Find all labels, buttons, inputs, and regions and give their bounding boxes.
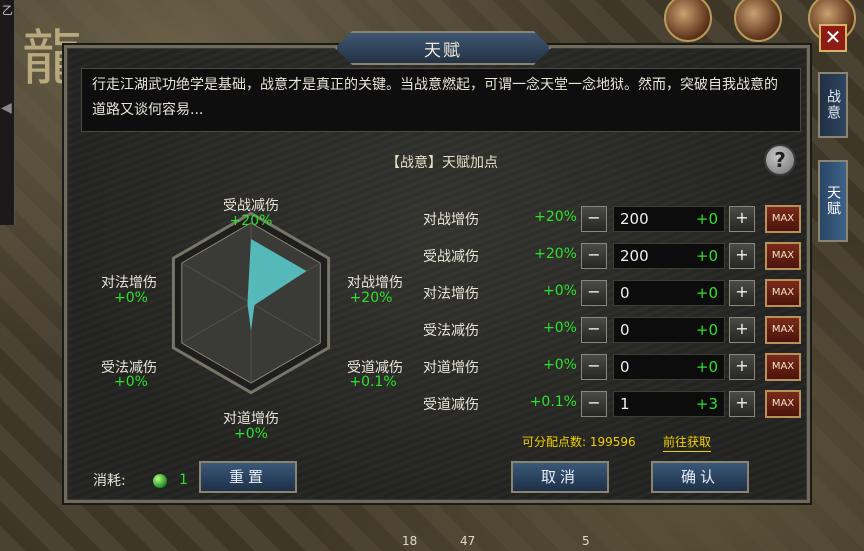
description-text: 行走江湖武功绝学是基础，战意才是真正的关键。当战意燃起，可谓一念天堂一念地狱。然… [81, 68, 801, 132]
max-button[interactable]: MAX [765, 316, 801, 344]
points-input[interactable]: 0 +0 [613, 317, 725, 343]
axis-value: +20% [229, 213, 273, 229]
points-value: 0 [620, 321, 630, 339]
points-added: +3 [695, 395, 718, 413]
stat-percent: +0% [543, 320, 577, 336]
stat-label: 对法增伤 [423, 286, 479, 302]
stat-percent: +20% [534, 209, 577, 225]
talent-panel: 天赋 行走江湖武功绝学是基础，战意才是真正的关键。当战意燃起，可谓一念天堂一念地… [64, 31, 810, 503]
increase-button[interactable]: + [729, 354, 755, 380]
window-title: 天赋 [335, 31, 551, 65]
stat-row: 受法减伤 +0% −0 +0 + MAX [423, 316, 803, 344]
stat-label: 对道增伤 [423, 360, 479, 376]
max-button[interactable]: MAX [765, 242, 801, 270]
points-value: 200 [620, 210, 649, 228]
axis-value: +0.1% [349, 374, 397, 390]
radar-background [181, 222, 321, 384]
skill-orb-icon[interactable] [734, 0, 782, 42]
close-button[interactable]: ✕ [819, 24, 847, 52]
points-added: +0 [695, 247, 718, 265]
decrease-button[interactable]: − [581, 280, 607, 306]
axis-value: +0% [234, 426, 268, 442]
max-button[interactable]: MAX [765, 279, 801, 307]
hud-number: 18 [402, 534, 418, 548]
points-value: 200 [620, 247, 649, 265]
tab-tianfu[interactable]: 天赋 [818, 160, 848, 242]
confirm-button[interactable]: 确认 [651, 461, 749, 493]
decrease-button[interactable]: − [581, 317, 607, 343]
axis-label: 对法增伤 [101, 275, 157, 291]
reset-button[interactable]: 重置 [199, 461, 297, 493]
gem-icon [153, 474, 167, 488]
radar-data-area [247, 239, 307, 331]
left-arrow-icon[interactable]: ◀ [1, 100, 12, 116]
increase-button[interactable]: + [729, 391, 755, 417]
hud-number: 5 [582, 534, 590, 548]
points-value: 0 [620, 358, 630, 376]
consume-count: 1 [179, 472, 188, 488]
axis-label: 对道增伤 [223, 411, 279, 427]
hud-number: 47 [460, 534, 476, 548]
increase-button[interactable]: + [729, 317, 755, 343]
axis-label: 受战减伤 [223, 198, 279, 214]
points-added: +0 [695, 358, 718, 376]
points-input[interactable]: 200 +0 [613, 243, 725, 269]
stat-label: 受道减伤 [423, 397, 479, 413]
points-added: +0 [695, 321, 718, 339]
increase-button[interactable]: + [729, 243, 755, 269]
increase-button[interactable]: + [729, 206, 755, 232]
axis-value: +0% [114, 290, 148, 306]
axis-label: 对战增伤 [347, 275, 403, 291]
points-value: 0 [620, 284, 630, 302]
points-input[interactable]: 0 +0 [613, 354, 725, 380]
radar-spoke [250, 302, 321, 344]
decrease-button[interactable]: − [581, 391, 607, 417]
left-hud-text: 乙 [2, 4, 13, 17]
decrease-button[interactable]: − [581, 243, 607, 269]
points-value: 1 [620, 395, 630, 413]
available-points: 可分配点数: 199596 [522, 435, 636, 449]
radar-spoke [250, 262, 321, 304]
stat-row: 受道减伤 +0.1% −1 +3 + MAX [423, 390, 803, 418]
decrease-button[interactable]: − [581, 354, 607, 380]
section-title: 【战意】天赋加点 [386, 155, 498, 171]
axis-label: 受道减伤 [347, 360, 403, 376]
axis-value: +0% [114, 374, 148, 390]
points-input[interactable]: 1 +3 [613, 391, 725, 417]
stat-label: 受战减伤 [423, 249, 479, 265]
points-added: +0 [695, 210, 718, 228]
points-input[interactable]: 0 +0 [613, 280, 725, 306]
left-hud-strip: 乙 ◀ [0, 0, 15, 225]
stat-label: 对战增伤 [423, 212, 479, 228]
radar-spoke [181, 262, 252, 304]
stat-row: 受战减伤 +20% −200 +0 + MAX [423, 242, 803, 270]
axis-value: +20% [349, 290, 393, 306]
axis-label: 受法减伤 [101, 360, 157, 376]
stat-row: 对道增伤 +0% −0 +0 + MAX [423, 353, 803, 381]
skill-orb-icon[interactable] [664, 0, 712, 42]
stat-label: 受法减伤 [423, 323, 479, 339]
radar-frame [171, 211, 331, 395]
stat-row: 对法增伤 +0% −0 +0 + MAX [423, 279, 803, 307]
max-button[interactable]: MAX [765, 353, 801, 381]
stat-percent: +0% [543, 283, 577, 299]
increase-button[interactable]: + [729, 280, 755, 306]
points-added: +0 [695, 284, 718, 302]
points-input[interactable]: 200 +0 [613, 206, 725, 232]
get-points-link[interactable]: 前往获取 [663, 433, 712, 452]
stat-percent: +0.1% [529, 394, 577, 410]
max-button[interactable]: MAX [765, 205, 801, 233]
stat-percent: +0% [543, 357, 577, 373]
stat-row: 对战增伤 +20% −200 +0 + MAX [423, 205, 803, 233]
help-icon[interactable]: ? [764, 144, 796, 176]
cancel-button[interactable]: 取消 [511, 461, 609, 493]
max-button[interactable]: MAX [765, 390, 801, 418]
radar-spoke [181, 302, 252, 344]
decrease-button[interactable]: − [581, 206, 607, 232]
stat-percent: +20% [534, 246, 577, 262]
tab-zhanyi[interactable]: 战意 [818, 72, 848, 138]
consume-label: 消耗: [93, 473, 126, 489]
